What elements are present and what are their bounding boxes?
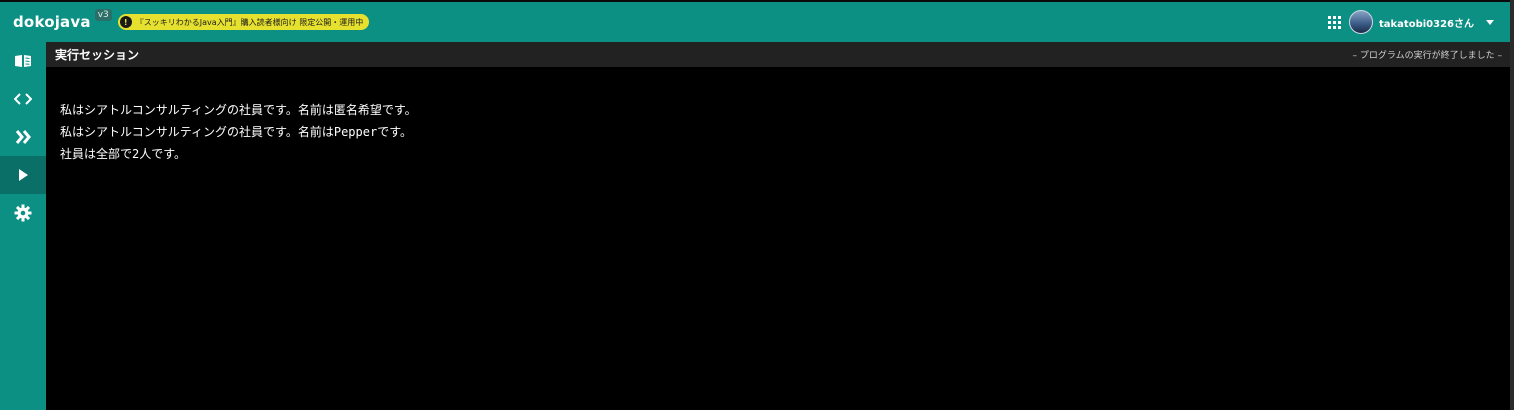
- play-icon: [19, 169, 28, 181]
- session-header: 実行セッション – プログラムの実行が終了しました –: [46, 42, 1510, 67]
- status-text: – プログラムの実行が終了しました –: [1352, 51, 1502, 61]
- apps-grid-icon[interactable]: [1328, 15, 1341, 29]
- sidebar-item-compile[interactable]: [0, 118, 46, 156]
- sidebar-item-code[interactable]: [0, 80, 46, 118]
- app-window: dokojava v3 ! 『スッキリわかるJava入門』購入読者様向け 限定公…: [0, 0, 1514, 410]
- version-badge: v3: [94, 9, 112, 21]
- main-panel: 実行セッション – プログラムの実行が終了しました – 私はシアトルコンサルティ…: [46, 42, 1510, 410]
- window-edge: [1510, 0, 1514, 410]
- book-icon: [15, 55, 31, 67]
- sidebar: [0, 42, 46, 410]
- code-icon: [14, 93, 32, 105]
- console-output[interactable]: 私はシアトルコンサルティングの社員です。名前は匿名希望です。 私はシアトルコンサ…: [46, 67, 1510, 165]
- notice-text: 『スッキリわかるJava入門』購入読者様向け 限定公開・運用中: [135, 17, 364, 27]
- username-label[interactable]: takatobi0326さん: [1379, 15, 1474, 30]
- double-chevron-icon: [15, 130, 31, 144]
- chevron-down-icon[interactable]: [1486, 19, 1494, 25]
- page-title: 実行セッション: [55, 48, 140, 62]
- console-line: 私はシアトルコンサルティングの社員です。名前は匿名希望です。: [60, 103, 417, 117]
- gear-icon: [14, 204, 32, 222]
- top-bar: dokojava v3 ! 『スッキリわかるJava入門』購入読者様向け 限定公…: [0, 2, 1510, 42]
- sidebar-item-book[interactable]: [0, 42, 46, 80]
- sidebar-item-settings[interactable]: [0, 194, 46, 232]
- brand-logo[interactable]: dokojava: [13, 13, 91, 31]
- console-line: 私はシアトルコンサルティングの社員です。名前はPepperです。: [60, 125, 412, 139]
- avatar[interactable]: [1349, 10, 1373, 34]
- sidebar-item-run[interactable]: [0, 156, 46, 194]
- console-line: 社員は全部で2人です。: [60, 147, 187, 161]
- notice-banner[interactable]: ! 『スッキリわかるJava入門』購入読者様向け 限定公開・運用中: [117, 14, 370, 30]
- exclamation-icon: !: [119, 16, 132, 28]
